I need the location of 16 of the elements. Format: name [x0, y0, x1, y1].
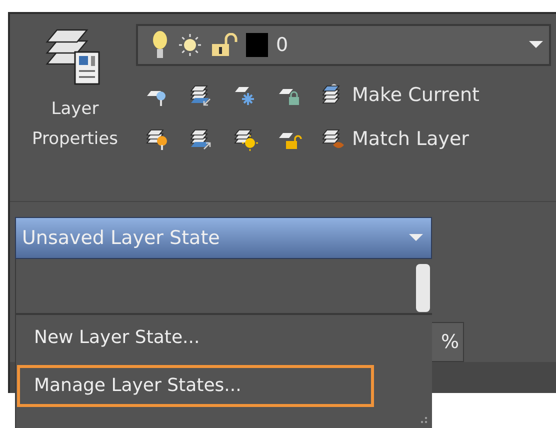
- layer-dropdown[interactable]: 0: [136, 24, 551, 66]
- caret-icon: [529, 41, 543, 49]
- resize-grip-icon: [418, 416, 428, 426]
- tool-button[interactable]: Match Layer: [320, 126, 469, 152]
- sun-icon: [178, 33, 202, 57]
- menu-item[interactable]: Manage Layer States...: [17, 365, 374, 407]
- zoom-field[interactable]: %: [430, 322, 464, 362]
- color-swatch: [246, 33, 268, 57]
- unlocked-padlock-icon: [210, 33, 238, 57]
- caret-icon: [409, 234, 423, 242]
- menu-item[interactable]: New Layer State...: [17, 317, 374, 359]
- scrollbar-thumb[interactable]: [416, 264, 430, 312]
- layer-properties-button[interactable]: Layer Properties: [14, 26, 136, 154]
- tool-button[interactable]: Make Current: [320, 82, 480, 108]
- layer-name: 0: [276, 34, 290, 56]
- light-bulb-icon: [150, 29, 170, 61]
